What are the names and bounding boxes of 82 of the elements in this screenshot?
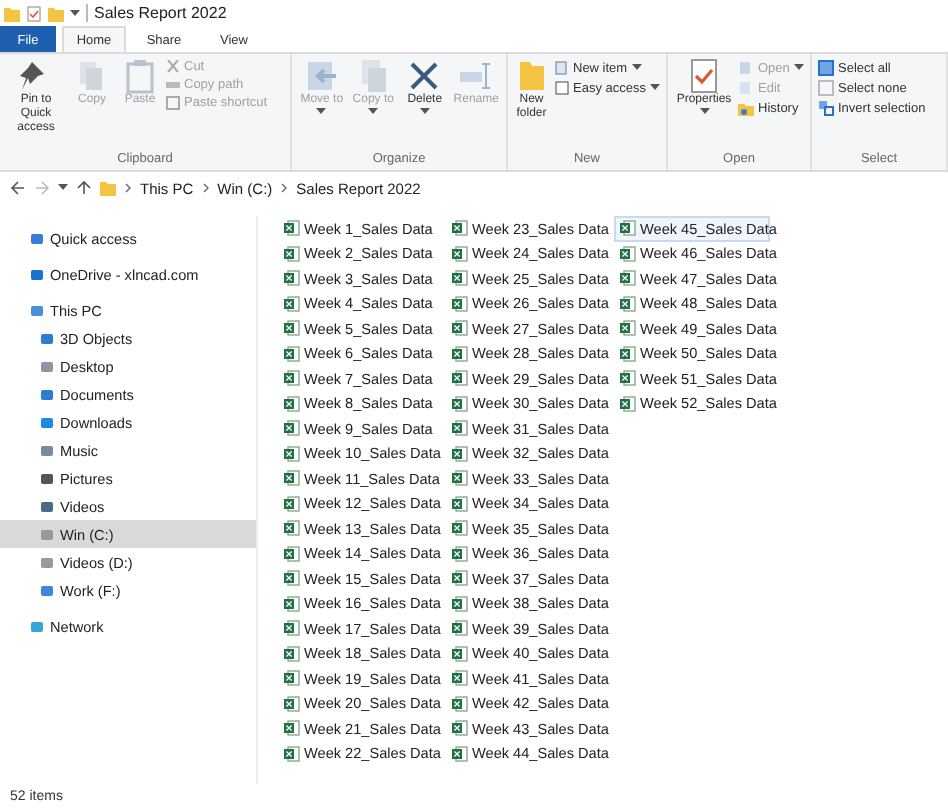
select-all-icon (818, 60, 834, 76)
clipboard-icon (124, 58, 156, 94)
up-icon (76, 180, 92, 196)
spreadsheet-icon (452, 370, 468, 387)
checklist-icon (688, 58, 720, 94)
spreadsheet-icon (284, 320, 300, 337)
spreadsheet-icon (452, 545, 468, 562)
spreadsheet-icon (452, 420, 468, 437)
folder-icon (48, 5, 64, 21)
spreadsheet-icon (452, 270, 468, 287)
window-title: Sales Report 2022 (86, 4, 227, 22)
spreadsheet-icon (284, 645, 300, 662)
spreadsheet-icon (620, 345, 636, 362)
spreadsheet-icon (452, 345, 468, 362)
new-item-icon (553, 60, 569, 76)
spreadsheet-icon (620, 320, 636, 337)
properties-icon (26, 5, 42, 21)
spreadsheet-icon (452, 220, 468, 237)
spreadsheet-icon (452, 695, 468, 712)
spreadsheet-icon (284, 445, 300, 462)
spreadsheet-icon (452, 495, 468, 512)
chevron-icon (201, 182, 210, 194)
folder-icon (515, 58, 548, 94)
back-icon (10, 180, 26, 196)
spreadsheet-icon (284, 670, 300, 687)
caret-icon (70, 9, 80, 17)
folder-icon (100, 180, 116, 196)
scissors-icon (166, 60, 180, 74)
spreadsheet-icon (284, 595, 300, 612)
spreadsheet-icon (452, 620, 468, 637)
spreadsheet-icon (620, 370, 636, 387)
spreadsheet-icon (284, 245, 300, 262)
spreadsheet-icon (284, 545, 300, 562)
nav-item-icon (30, 267, 44, 281)
history-icon (738, 100, 754, 116)
spreadsheet-icon (620, 220, 636, 237)
spreadsheet-icon (452, 645, 468, 662)
spreadsheet-icon (284, 520, 300, 537)
spreadsheet-icon (620, 245, 636, 262)
invert-selection-icon (818, 100, 834, 116)
folder-icon (4, 5, 20, 21)
spreadsheet-icon (452, 470, 468, 487)
spreadsheet-icon (284, 570, 300, 587)
spreadsheet-icon (620, 295, 636, 312)
spreadsheet-icon (452, 245, 468, 262)
rename-icon (458, 58, 495, 94)
caret-icon (58, 184, 68, 192)
spreadsheet-icon (452, 520, 468, 537)
spreadsheet-icon (620, 395, 636, 412)
spreadsheet-icon (452, 570, 468, 587)
move-icon (305, 58, 338, 94)
spreadsheet-icon (452, 320, 468, 337)
spreadsheet-icon (284, 295, 300, 312)
forward-icon (34, 180, 50, 196)
spreadsheet-icon (452, 445, 468, 462)
spreadsheet-icon (452, 295, 468, 312)
spreadsheet-icon (452, 595, 468, 612)
nav-item-icon (30, 619, 44, 633)
spreadsheet-icon (284, 620, 300, 637)
spreadsheet-icon (284, 695, 300, 712)
spreadsheet-icon (284, 745, 300, 762)
spreadsheet-icon (284, 495, 300, 512)
spreadsheet-icon (452, 720, 468, 737)
chevron-icon (280, 182, 289, 194)
spreadsheet-icon (452, 395, 468, 412)
spreadsheet-icon (284, 370, 300, 387)
spreadsheet-icon (284, 395, 300, 412)
spreadsheet-icon (284, 270, 300, 287)
chevron-icon (124, 182, 132, 194)
spreadsheet-icon (620, 270, 636, 287)
spreadsheet-icon (452, 745, 468, 762)
spreadsheet-icon (452, 670, 468, 687)
spreadsheet-icon (284, 420, 300, 437)
select-none-icon (818, 80, 834, 96)
delete-icon (408, 58, 441, 94)
spreadsheet-icon (284, 220, 300, 237)
spreadsheet-icon (284, 345, 300, 362)
copy-icon (76, 58, 108, 94)
spreadsheet-icon (284, 470, 300, 487)
nav-item-icon (30, 231, 44, 245)
copy-icon (357, 58, 390, 94)
spreadsheet-icon (284, 720, 300, 737)
